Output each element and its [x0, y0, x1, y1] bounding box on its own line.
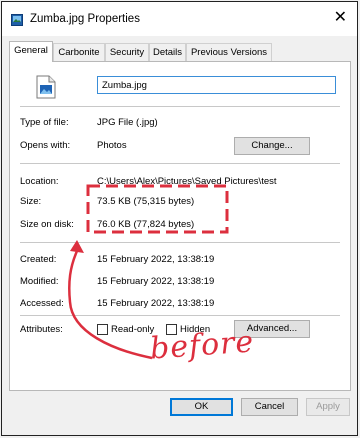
apply-button[interactable]: Apply: [306, 398, 350, 416]
type-of-file-label: Type of file:: [20, 117, 69, 128]
read-only-checkbox-box[interactable]: [97, 324, 108, 335]
accessed-label: Accessed:: [20, 298, 64, 309]
modified-value: 15 February 2022, 13:38:19: [97, 276, 215, 287]
image-file-icon: [36, 75, 56, 99]
ok-button[interactable]: OK: [170, 398, 233, 416]
size-on-disk-label: Size on disk:: [20, 219, 74, 230]
read-only-label: Read-only: [111, 324, 155, 335]
divider: [20, 315, 340, 316]
opens-with-label: Opens with:: [20, 140, 71, 151]
image-file-icon: [11, 14, 23, 26]
opens-with-value: Photos: [97, 140, 127, 151]
location-value: C:\Users\Alex\Pictures\Saved Pictures\te…: [97, 176, 277, 187]
tab-general[interactable]: General: [9, 41, 53, 62]
general-panel: Type of file: JPG File (.jpg) Opens with…: [9, 61, 351, 391]
divider: [20, 106, 340, 107]
type-of-file-value: JPG File (.jpg): [97, 117, 158, 128]
tab-security[interactable]: Security: [105, 43, 149, 61]
window-title: Zumba.jpg Properties: [30, 13, 140, 25]
close-icon[interactable]: ✕: [334, 10, 347, 26]
created-label: Created:: [20, 254, 57, 265]
hidden-checkbox-box[interactable]: [166, 324, 177, 335]
properties-window: Zumba.jpg Properties ✕ General Carbonite…: [1, 1, 358, 436]
tab-carbonite[interactable]: Carbonite: [53, 43, 105, 61]
tab-details[interactable]: Details: [149, 43, 186, 61]
tab-previous-versions[interactable]: Previous Versions: [186, 43, 272, 61]
file-name-input[interactable]: [97, 76, 336, 94]
advanced-button[interactable]: Advanced...: [234, 320, 310, 338]
change-button[interactable]: Change...: [234, 137, 310, 155]
created-value: 15 February 2022, 13:38:19: [97, 254, 215, 265]
size-label: Size:: [20, 196, 42, 207]
size-on-disk-value: 76.0 KB (77,824 bytes): [97, 219, 195, 230]
cancel-button[interactable]: Cancel: [241, 398, 298, 416]
divider: [20, 163, 340, 164]
modified-label: Modified:: [20, 276, 59, 287]
attributes-label: Attributes:: [20, 324, 63, 335]
location-label: Location:: [20, 176, 59, 187]
hidden-label: Hidden: [180, 324, 211, 335]
size-value: 73.5 KB (75,315 bytes): [97, 196, 195, 207]
title-bar: Zumba.jpg Properties ✕: [2, 2, 357, 36]
accessed-value: 15 February 2022, 13:38:19: [97, 298, 215, 309]
divider: [20, 242, 340, 243]
